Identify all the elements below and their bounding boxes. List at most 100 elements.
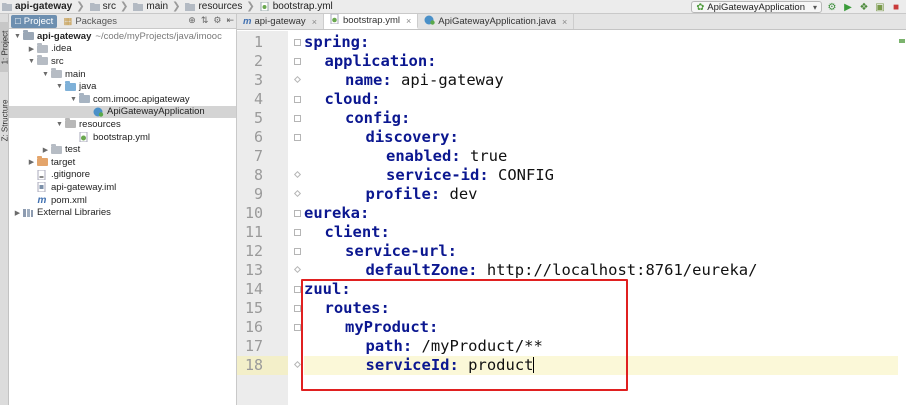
coverage-icon[interactable]: ▣ <box>874 1 886 13</box>
fold-toggle-icon[interactable] <box>294 96 301 103</box>
fold-toggle-icon[interactable] <box>294 58 301 65</box>
line-number: 14 <box>244 280 263 298</box>
code-line[interactable]: cloud: <box>325 90 381 109</box>
breadcrumb-separator-icon: ❯ <box>119 1 129 12</box>
fold-toggle-icon[interactable] <box>294 248 301 255</box>
yaml-value: CONFIG <box>488 166 554 184</box>
editor-tab[interactable]: m api-gateway × <box>237 14 324 29</box>
fold-toggle-icon[interactable] <box>294 305 301 312</box>
run-icon[interactable]: ▶ <box>842 1 854 13</box>
tree-item[interactable]: ▶ test <box>9 143 236 156</box>
folder-icon <box>36 55 48 66</box>
expanded-arrow-icon[interactable]: ▼ <box>69 96 78 103</box>
collapse-all-icon[interactable]: ⇅ <box>201 15 209 26</box>
debug-icon[interactable]: ❖ <box>858 1 870 13</box>
code-line[interactable]: client: <box>325 223 390 242</box>
tree-item[interactable]: bootstrap.yml <box>9 131 236 144</box>
fold-toggle-icon[interactable] <box>294 39 301 46</box>
breadcrumb-item[interactable]: src ❯ <box>88 0 132 14</box>
run-configuration-select[interactable]: ✿ ApiGatewayApplication ▾ <box>691 1 822 13</box>
code-line[interactable]: spring: <box>304 33 369 52</box>
tree-item[interactable]: ▶ target <box>9 156 236 169</box>
tree-item[interactable]: ▼ resources <box>9 118 236 131</box>
scroll-from-source-icon[interactable]: ⊕ <box>188 15 196 26</box>
expanded-arrow-icon[interactable]: ▼ <box>55 83 64 90</box>
fold-end-icon[interactable] <box>293 189 302 198</box>
fold-end-icon[interactable] <box>293 170 302 179</box>
line-number: 13 <box>244 261 263 279</box>
stop-icon[interactable]: ■ <box>890 1 902 13</box>
code-line[interactable]: discovery: <box>366 128 459 147</box>
code-line[interactable]: application: <box>325 52 437 71</box>
tree-item[interactable]: ▼ com.imooc.apigateway <box>9 93 236 106</box>
editor-tab-label: ApiGatewayApplication.java <box>438 16 557 27</box>
maven-icon: m <box>243 16 252 27</box>
fold-toggle-icon[interactable] <box>294 324 301 331</box>
tab-project[interactable]: □ Project <box>11 14 58 28</box>
hide-icon[interactable]: ⇤ <box>226 15 234 26</box>
yaml-key: discovery: <box>365 128 459 146</box>
tab-packages[interactable]: ▦ Packages <box>59 15 121 28</box>
line-number: 7 <box>253 147 263 165</box>
panel-tools: ⊕ ⇅ ⚙ ⇤ <box>188 15 234 26</box>
expanded-arrow-icon[interactable]: ▼ <box>55 121 64 128</box>
code-line[interactable]: name: api-gateway <box>345 71 504 90</box>
folder-icon <box>133 2 144 11</box>
chevron-down-icon: ▾ <box>812 2 817 12</box>
tree-item[interactable]: ▶ External Libraries <box>9 206 236 219</box>
folder-icon <box>185 2 196 11</box>
spring-class-icon <box>92 107 104 117</box>
yaml-key: defaultZone: <box>365 261 478 279</box>
build-icon[interactable]: ⚙ <box>826 1 838 13</box>
code-line[interactable]: profile: dev <box>366 185 478 204</box>
code-line[interactable]: config: <box>345 109 410 128</box>
tree-item[interactable]: ▼ java <box>9 80 236 93</box>
tree-item[interactable]: ▼ main <box>9 68 236 81</box>
tree-item[interactable]: .gitignore <box>9 169 236 182</box>
close-icon[interactable]: × <box>312 17 317 27</box>
breadcrumb-label: api-gateway <box>15 1 73 12</box>
tree-item[interactable]: ApiGatewayApplication <box>9 105 236 119</box>
breadcrumb-item[interactable]: api-gateway ❯ <box>0 0 88 14</box>
fold-end-icon[interactable] <box>293 75 302 84</box>
fold-toggle-icon[interactable] <box>294 210 301 217</box>
code-line[interactable]: eureka: <box>304 204 369 223</box>
code-line[interactable]: service-id: CONFIG <box>386 166 554 185</box>
code-line[interactable]: enabled: true <box>386 147 507 166</box>
fold-end-icon[interactable] <box>293 265 302 274</box>
gear-icon[interactable]: ⚙ <box>213 15 221 26</box>
fold-toggle-icon[interactable] <box>294 134 301 141</box>
fold-toggle-icon[interactable] <box>294 229 301 236</box>
close-icon[interactable]: × <box>562 17 567 27</box>
expanded-arrow-icon[interactable]: ▼ <box>41 71 50 78</box>
tree-item[interactable]: m pom.xml <box>9 194 236 207</box>
class-icon <box>424 15 438 28</box>
line-number: 5 <box>253 109 263 127</box>
expanded-arrow-icon[interactable]: ▼ <box>27 58 36 65</box>
close-icon[interactable]: × <box>406 16 411 26</box>
breadcrumb-item[interactable]: main ❯ <box>131 0 183 14</box>
tree-item[interactable]: ▶ .idea <box>9 42 236 56</box>
tree-item[interactable]: api-gateway.iml <box>9 181 236 194</box>
tree-item-path: ~/code/myProjects/java/imooc <box>95 30 222 42</box>
tree-item[interactable]: ▼ api-gateway ~/code/myProjects/java/imooc <box>9 30 236 43</box>
tree-item-label: bootstrap.yml <box>93 131 151 143</box>
breadcrumb-item[interactable]: resources ❯ <box>183 0 257 14</box>
collapsed-arrow-icon[interactable]: ▶ <box>41 146 50 154</box>
tree-item[interactable]: ▼ src <box>9 55 236 68</box>
collapsed-arrow-icon[interactable]: ▶ <box>27 45 36 53</box>
expanded-arrow-icon[interactable]: ▼ <box>13 33 22 40</box>
project-tool-tab[interactable]: 1: Project <box>0 22 9 72</box>
structure-tool-tab[interactable]: Z: Structure <box>0 90 9 150</box>
editor-tab[interactable]: bootstrap.yml × <box>323 13 419 29</box>
collapsed-arrow-icon[interactable]: ▶ <box>13 209 22 217</box>
fold-end-icon[interactable] <box>293 360 302 369</box>
code-line[interactable]: service-url: <box>345 242 457 261</box>
code-line[interactable]: defaultZone: http://localhost:8761/eurek… <box>366 261 758 280</box>
editor-tab[interactable]: ApiGatewayApplication.java × <box>418 14 575 29</box>
fold-toggle-icon[interactable] <box>294 286 301 293</box>
fold-toggle-icon[interactable] <box>294 115 301 122</box>
collapsed-arrow-icon[interactable]: ▶ <box>27 158 36 166</box>
breadcrumb-item[interactable]: bootstrap.yml <box>258 0 336 14</box>
editor-scrollbar[interactable] <box>898 31 906 405</box>
